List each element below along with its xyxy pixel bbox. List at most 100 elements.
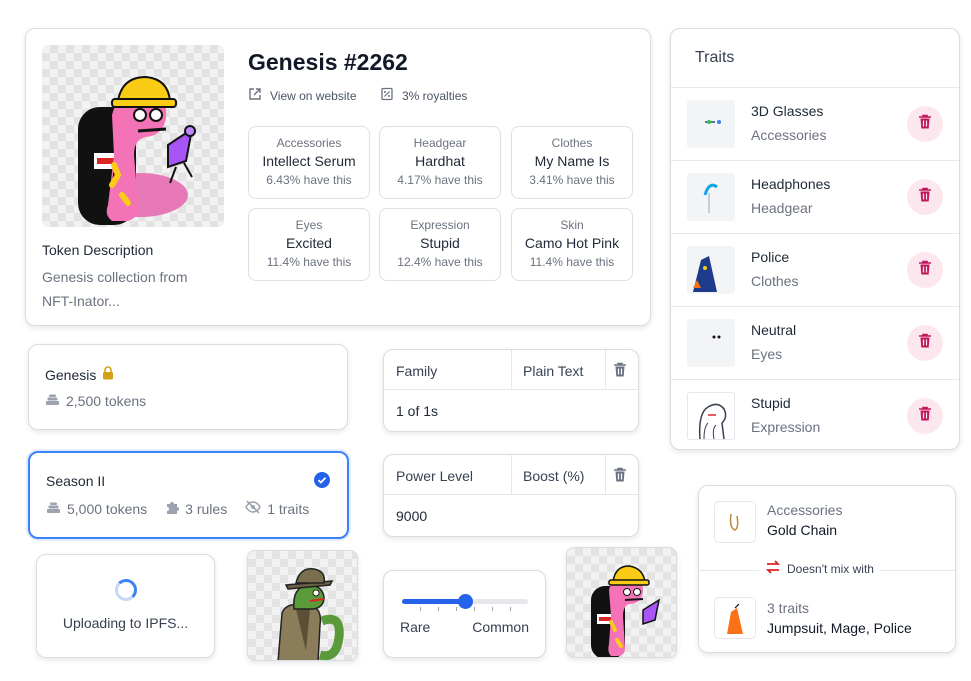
loading-spinner-icon [115, 579, 137, 601]
delete-trait-button[interactable] [907, 106, 943, 142]
field-key[interactable]: Power Level [396, 468, 473, 484]
trait-category: Clothes [751, 273, 799, 289]
nft-image-hardhat[interactable] [566, 547, 677, 658]
collection-name-label: Genesis [45, 366, 97, 383]
trash-icon [918, 187, 932, 208]
token-description-title: Token Description [42, 242, 154, 258]
divider [511, 350, 512, 390]
trait-category: Headgear [751, 200, 813, 216]
attribute-type: Skin [560, 218, 584, 232]
field-type-select[interactable]: Boost (%) [523, 468, 584, 484]
attribute-type: Expression [410, 218, 470, 232]
view-website-link[interactable]: View on website [248, 87, 357, 104]
metadata-field-family: Family Plain Text 1 of 1s [383, 349, 639, 432]
stack-icon [45, 393, 60, 409]
trash-icon [918, 333, 932, 354]
delete-field-button[interactable] [613, 467, 629, 483]
trait-row: Police Clothes [671, 233, 959, 306]
rule-top-category: Accessories [767, 502, 843, 518]
stack-icon [46, 501, 61, 517]
attribute-card: Eyes Excited 11.4% have this [248, 208, 370, 281]
token-image [42, 45, 224, 227]
swap-arrows-icon [765, 560, 781, 577]
check-circle-icon [314, 472, 330, 493]
divider [605, 455, 606, 495]
collection-name: Genesis [45, 366, 114, 383]
delete-trait-button[interactable] [907, 398, 943, 434]
field-type-select[interactable]: Plain Text [523, 363, 583, 379]
collection-card-genesis[interactable]: Genesis 2,500 tokens [28, 344, 348, 430]
trait-name: Headphones [751, 176, 831, 192]
trait-name: Police [751, 249, 790, 265]
attribute-card: Clothes My Name Is 3.41% have this [511, 126, 633, 199]
slider-fill [402, 599, 465, 604]
slider-tick [438, 607, 439, 611]
trait-row: Headphones Headgear [671, 160, 959, 233]
token-card: Token Description Genesis collection fro… [25, 28, 651, 326]
traits-title: Traits [695, 49, 735, 66]
attribute-type: Clothes [551, 136, 593, 150]
trash-icon [613, 362, 627, 382]
rarity-slider-card: Rare Common [383, 570, 546, 658]
rule-bottom-value: Jumpsuit, Mage, Police [767, 620, 912, 636]
trait-category: Accessories [751, 127, 827, 143]
rule-bottom-category: 3 traits [767, 600, 810, 616]
trait-name: 3D Glasses [751, 103, 824, 119]
field-value[interactable]: 9000 [396, 508, 427, 524]
eye-off-icon [245, 500, 262, 517]
rarity-max-label: Common [472, 619, 529, 635]
trait-thumbnail [687, 100, 735, 148]
slider-tick [474, 607, 475, 611]
attribute-card: Expression Stupid 12.4% have this [379, 208, 501, 281]
rule-relation: Doesn't mix with [759, 560, 880, 577]
slider-tick [420, 607, 421, 611]
trait-category: Expression [751, 419, 821, 435]
royalties-info: 3% royalties [380, 87, 467, 104]
delete-field-button[interactable] [613, 362, 629, 378]
royalties-label: 3% royalties [402, 88, 468, 103]
slider-handle[interactable] [458, 594, 473, 609]
attribute-card: Headgear Hardhat 4.17% have this [379, 126, 501, 199]
rule-trait-thumbnail [714, 597, 756, 639]
slider-tick [510, 607, 511, 611]
attribute-value: Hardhat [415, 153, 465, 169]
delete-trait-button[interactable] [907, 325, 943, 361]
divider [511, 455, 512, 495]
upload-status-text: Uploading to IPFS... [62, 615, 189, 631]
field-header: Family Plain Text [384, 350, 638, 390]
trait-row: 3D Glasses Accessories [671, 87, 959, 160]
trait-thumbnail [687, 392, 735, 440]
trait-row: Stupid Expression [671, 379, 959, 452]
token-title: Genesis #2262 [248, 49, 408, 75]
field-key[interactable]: Family [396, 363, 437, 379]
attribute-rarity: 11.4% have this [266, 255, 352, 269]
trait-row: Neutral Eyes [671, 306, 959, 379]
trait-thumbnail [687, 246, 735, 294]
trait-rule-card: Accessories Gold Chain Doesn't mix with … [698, 485, 956, 653]
attribute-value: My Name Is [534, 153, 610, 169]
attribute-value: Camo Hot Pink [524, 235, 620, 251]
rule-relation-label: Doesn't mix with [787, 561, 874, 576]
nft-image-detective[interactable] [247, 550, 358, 661]
attribute-rarity: 3.41% have this [529, 173, 615, 187]
attribute-value: Excited [286, 235, 332, 251]
collection-name-label: Season II [46, 473, 106, 489]
attribute-rarity: 12.4% have this [397, 255, 483, 269]
puzzle-icon [165, 500, 180, 517]
upload-status-card: Uploading to IPFS... [36, 554, 215, 658]
hidden-traits-label: 1 traits [267, 500, 310, 517]
collection-name: Season II [46, 473, 105, 489]
attribute-type: Accessories [276, 136, 342, 150]
delete-trait-button[interactable] [907, 252, 943, 288]
attribute-card: Skin Camo Hot Pink 11.4% have this [511, 208, 633, 281]
attribute-value: Intellect Serum [262, 153, 356, 169]
rarity-slider[interactable] [402, 594, 528, 611]
delete-trait-button[interactable] [907, 179, 943, 215]
trait-name: Stupid [751, 395, 791, 411]
field-value[interactable]: 1 of 1s [396, 403, 438, 419]
attribute-card: Accessories Intellect Serum 6.43% have t… [248, 126, 370, 199]
collection-card-season-ii[interactable]: Season II 5,000 tokens 3 rules 1 traits [28, 451, 349, 539]
external-link-icon [248, 87, 262, 104]
slider-tick [492, 607, 493, 611]
token-description: Genesis collection from NFT-Inator... [42, 269, 188, 309]
